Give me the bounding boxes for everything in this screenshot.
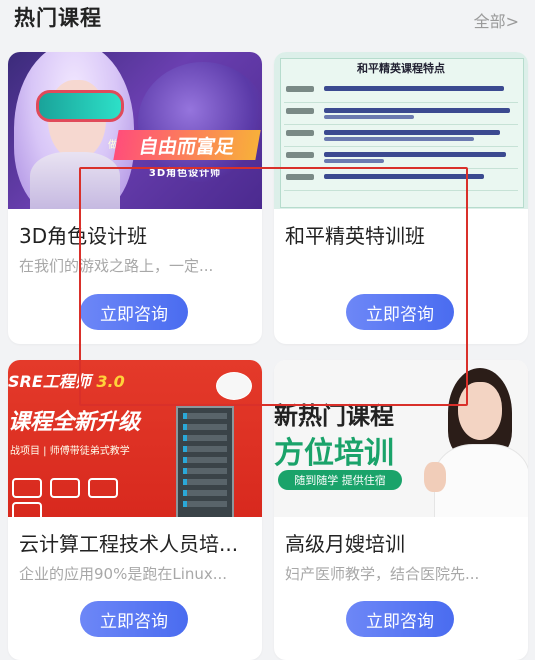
table-row [284,148,518,169]
feature-icons [12,478,162,517]
thumb-banner: 自由而富足 [113,130,261,160]
course-desc: 妇产医师教学，结合医院先... [285,565,480,583]
course-thumbnail[interactable]: 做个 自由而富足 3D角色设计师 [8,52,262,209]
consult-button[interactable]: 立即咨询 [80,601,188,637]
course-grid: 做个 自由而富足 3D角色设计师 3D角色设计班 在我们的游戏之路上，一定...… [0,0,535,660]
course-thumbnail[interactable]: 新热门课程 方位培训 随到随学 提供住宿 [274,360,528,517]
thumb-tag: SRE工程师 3.0 [8,368,125,392]
course-card[interactable]: 做个 自由而富足 3D角色设计师 3D角色设计班 在我们的游戏之路上，一定...… [8,52,262,344]
feature-icon [88,478,118,498]
thumb-headline: 课程全新升级 [8,410,141,435]
server-rack-icon [176,406,234,517]
course-title[interactable]: 3D角色设计班 [19,220,255,249]
course-desc: 在我们的游戏之路上，一定... [19,257,214,275]
thumb-line: 战项目 | 师傅带徒弟式教学 [10,446,130,457]
thumb-tag-label: SRE工程师 [8,372,91,391]
course-card[interactable]: 新热门课程 方位培训 随到随学 提供住宿 高级月嫂培训 妇产医师教学，结合医院先… [274,360,528,660]
features-table-heading: 和平精英课程特点 [357,62,445,75]
thumb-line1: 新热门课程 [274,402,394,430]
consult-button[interactable]: 立即咨询 [346,601,454,637]
feature-icon [50,478,80,498]
table-row [284,170,518,191]
course-title[interactable]: 云计算工程技术人员培... [19,528,255,557]
cloud-icon [216,372,252,400]
thumb-version: 3.0 [96,372,125,391]
consult-button[interactable]: 立即咨询 [80,294,188,330]
feature-icon [12,502,42,517]
thumbs-up-icon [424,462,446,492]
character-goggles [36,90,124,122]
course-title[interactable]: 和平精英特训班 [285,220,521,249]
thumb-pill: 随到随学 提供住宿 [278,470,402,490]
consult-button[interactable]: 立即咨询 [346,294,454,330]
course-title[interactable]: 高级月嫂培训 [285,528,521,557]
table-row [284,82,518,103]
course-desc: 企业的应用90%是跑在Linux... [19,565,228,583]
course-card[interactable]: SRE工程师 3.0 课程全新升级 战项目 | 师傅带徒弟式教学 云计算工程技术… [8,360,262,660]
instructor-photo [424,368,528,517]
course-thumbnail[interactable]: SRE工程师 3.0 课程全新升级 战项目 | 师傅带徒弟式教学 [8,360,262,517]
table-row [284,104,518,125]
thumb-subtitle: 3D角色设计师 [148,168,222,179]
table-row [284,126,518,147]
thumb-line2: 方位培训 [274,436,394,471]
character-torso [30,152,120,209]
course-card[interactable]: 和平精英课程特点 和平精英特训班 立即咨询 [274,52,528,344]
feature-icon [12,478,42,498]
course-thumbnail[interactable]: 和平精英课程特点 [274,52,528,209]
